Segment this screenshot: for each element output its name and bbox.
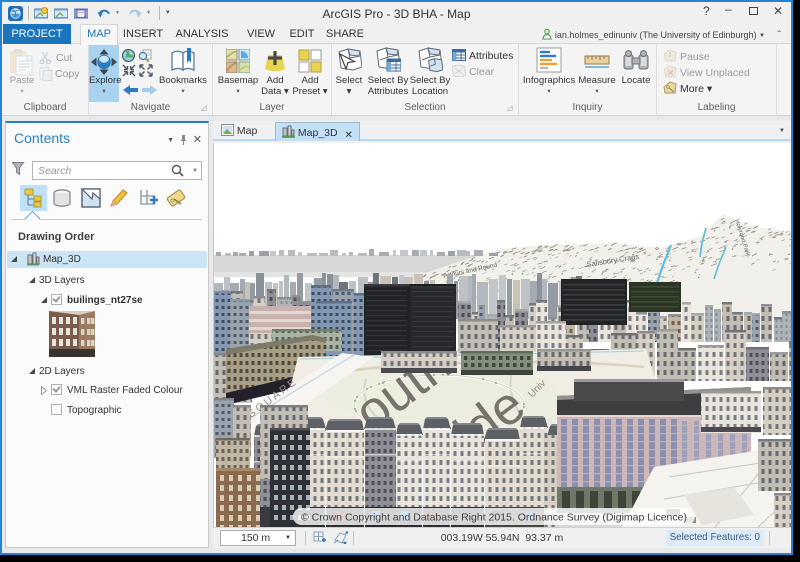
svg-text:© Crown Copyright and Database: © Crown Copyright and Database Right 201…	[301, 512, 687, 524]
